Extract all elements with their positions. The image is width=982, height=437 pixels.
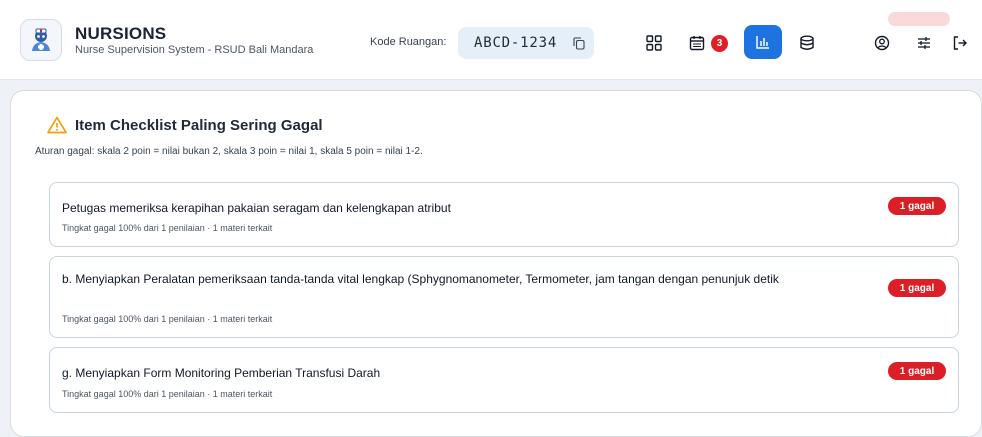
database-icon (800, 35, 814, 50)
app-subtitle: Nurse Supervision System - RSUD Bali Man… (75, 44, 314, 56)
schedule-button[interactable] (681, 28, 713, 58)
room-code-value: ABCD-1234 (474, 35, 558, 51)
checklist-item[interactable]: Petugas memeriksa kerapihan pakaian sera… (49, 182, 959, 247)
nurse-logo-icon (32, 28, 50, 51)
dashboard-button[interactable] (638, 28, 670, 58)
warning-icon (47, 116, 67, 134)
room-code-box: ABCD-1234 (458, 27, 594, 59)
checklist-item[interactable]: g. Menyiapkan Form Monitoring Pemberian … (49, 347, 959, 413)
item-title: g. Menyiapkan Form Monitoring Pemberian … (62, 366, 381, 380)
logout-button[interactable] (944, 28, 976, 58)
card-title: Item Checklist Paling Sering Gagal (75, 117, 323, 134)
item-title: Petugas memeriksa kerapihan pakaian sera… (62, 201, 451, 215)
database-button[interactable] (791, 28, 823, 58)
settings-button[interactable] (908, 28, 940, 58)
notification-badge: 3 (711, 35, 728, 52)
chart-icon (756, 36, 769, 49)
room-code-label: Kode Ruangan: (370, 36, 447, 48)
user-circle-icon (874, 35, 890, 51)
fail-count-badge: 1 gagal (888, 197, 946, 215)
item-meta: Tingkat gagal 100% dari 1 penilaian · 1 … (62, 389, 273, 399)
profile-button[interactable] (866, 28, 898, 58)
calendar-icon (689, 36, 705, 51)
statistics-button[interactable] (744, 25, 782, 59)
logout-icon (953, 36, 967, 50)
item-meta: Tingkat gagal 100% dari 1 penilaian · 1 … (62, 223, 273, 233)
app-logo[interactable] (20, 19, 62, 61)
fail-count-badge: 1 gagal (888, 362, 946, 380)
fail-count-badge: 1 gagal (888, 279, 946, 297)
checklist-item[interactable]: b. Menyiapkan Peralatan pemeriksaan tand… (49, 256, 959, 338)
decorative-blur (888, 12, 950, 26)
item-title: b. Menyiapkan Peralatan pemeriksaan tand… (62, 272, 779, 286)
sliders-icon (918, 37, 930, 49)
card-description: Aturan gagal: skala 2 poin = nilai bukan… (35, 146, 423, 157)
item-meta: Tingkat gagal 100% dari 1 penilaian · 1 … (62, 314, 273, 324)
failed-items-card: Item Checklist Paling Sering Gagal Atura… (10, 90, 982, 437)
copy-icon[interactable] (573, 37, 585, 50)
app-header: NURSIONS Nurse Supervision System - RSUD… (0, 0, 982, 80)
dashboard-grid-icon (646, 35, 662, 51)
app-title: NURSIONS (75, 24, 167, 43)
